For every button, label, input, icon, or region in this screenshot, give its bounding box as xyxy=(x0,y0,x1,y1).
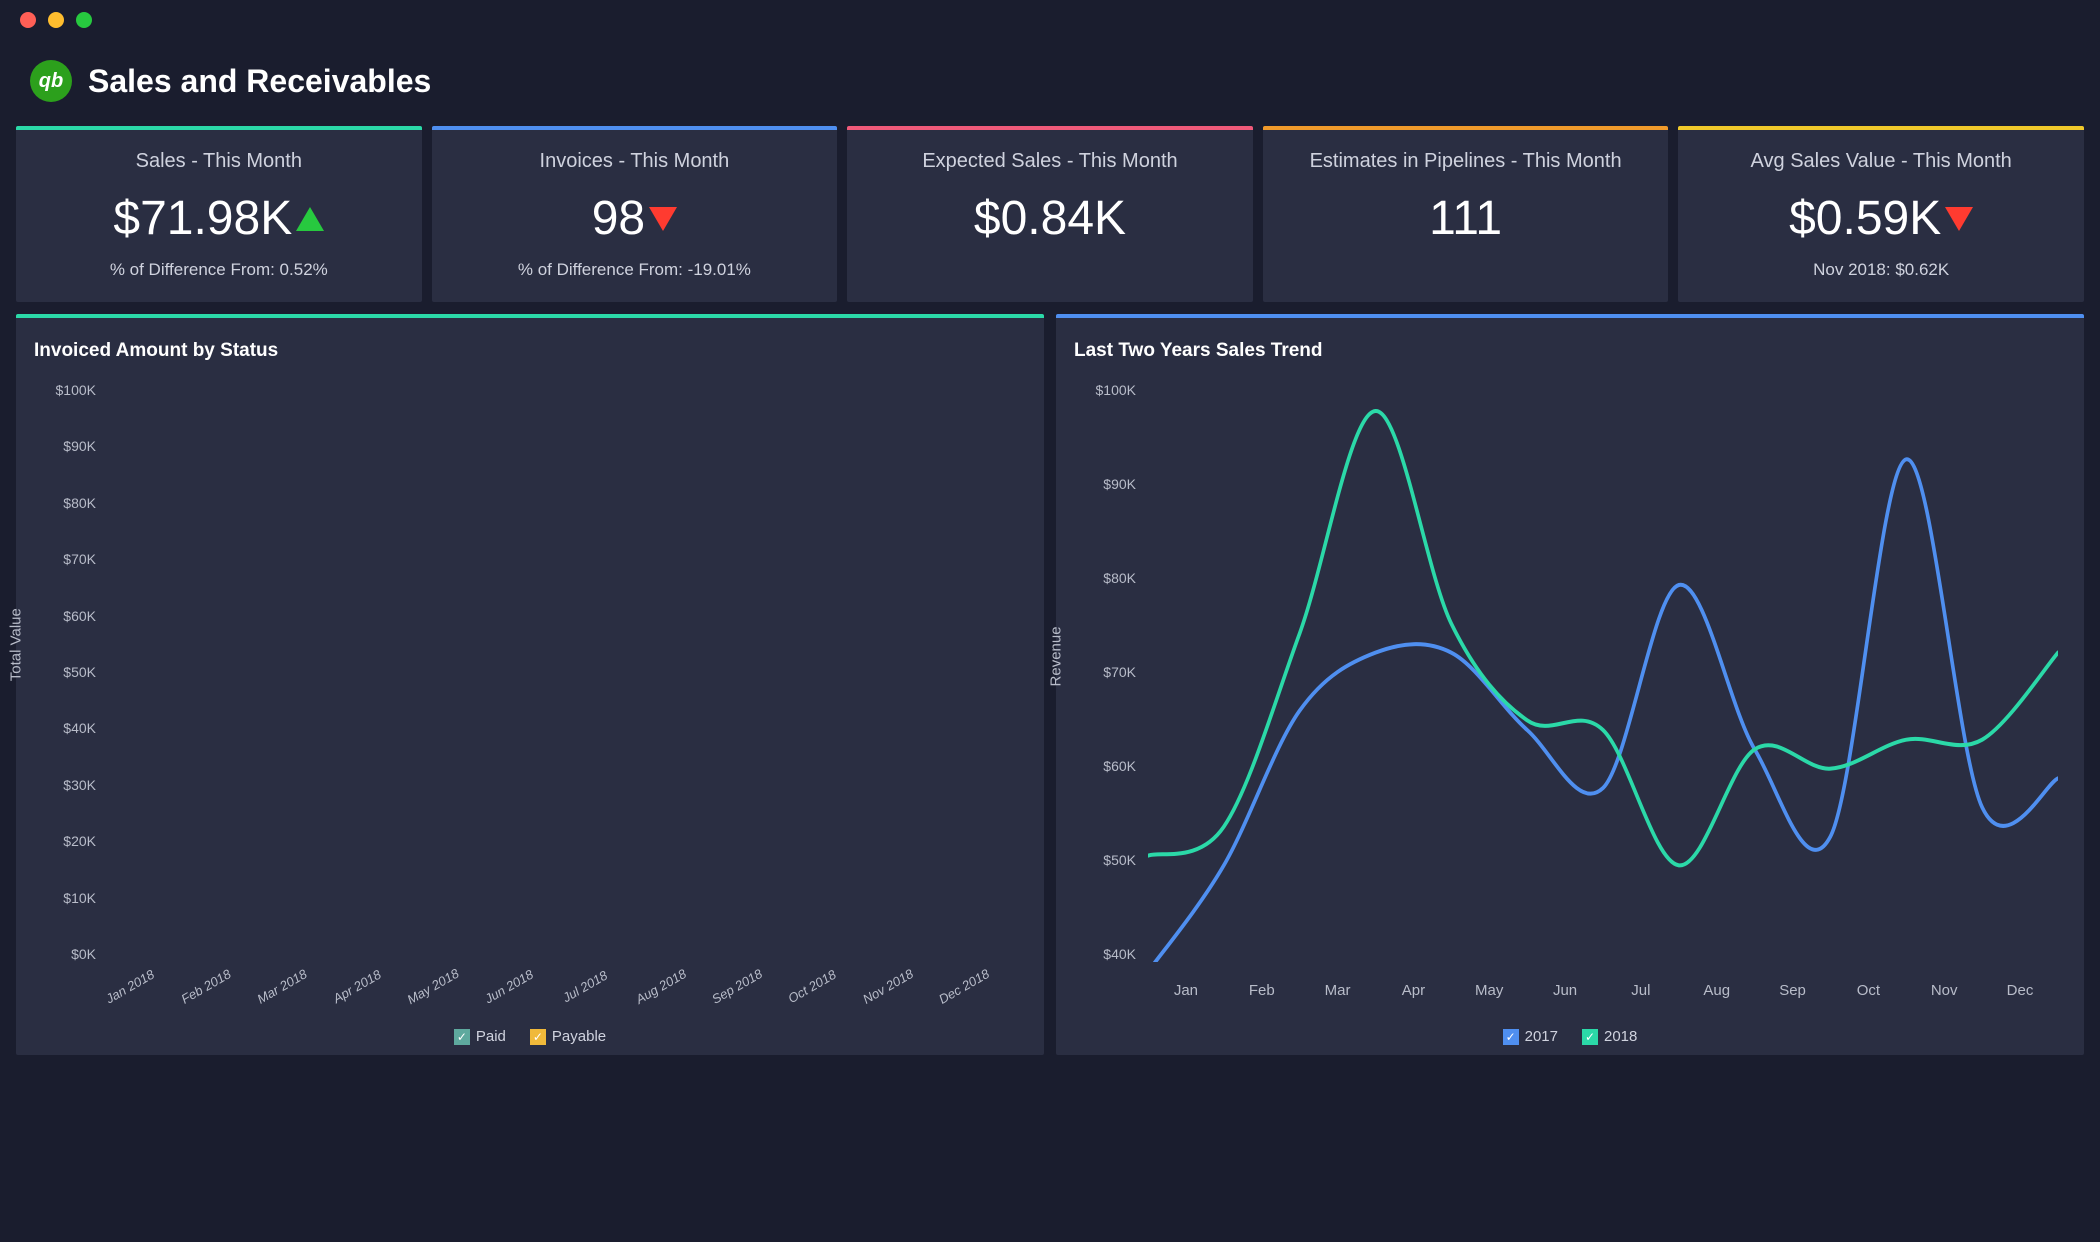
legend-swatch-2018-icon: ✓ xyxy=(1582,1029,1598,1045)
quickbooks-logo-icon: qb xyxy=(30,60,72,102)
bar-plot xyxy=(108,382,1018,962)
bar[interactable] xyxy=(498,382,553,962)
x-tick: Jul xyxy=(1603,982,1679,1006)
chart-panel-invoiced: Invoiced Amount by Status Total Value $1… xyxy=(16,314,1044,1055)
y-tick: $70K xyxy=(1103,664,1144,680)
maximize-icon[interactable] xyxy=(76,12,92,28)
legend-swatch-paid-icon: ✓ xyxy=(454,1029,470,1045)
line-series-2017[interactable] xyxy=(1148,459,2058,962)
legend: ✓ 2017 ✓ 2018 xyxy=(1074,1022,2066,1045)
y-tick: $100K xyxy=(1096,382,1144,398)
page-title: Sales and Receivables xyxy=(88,63,431,100)
kpi-subtext: % of Difference From: 0.52% xyxy=(32,260,406,280)
x-tick: Oct xyxy=(1830,982,1906,1006)
y-tick: $90K xyxy=(63,438,104,454)
y-tick: $50K xyxy=(1103,852,1144,868)
bar[interactable] xyxy=(726,382,781,962)
y-tick: $30K xyxy=(63,777,104,793)
kpi-label: Estimates in Pipelines - This Month xyxy=(1279,150,1653,173)
kpi-subtext: Nov 2018: $0.62K xyxy=(1694,260,2068,280)
window-chrome xyxy=(0,0,2100,40)
kpi-value: $0.59K xyxy=(1789,191,1941,246)
x-axis: Jan 2018Feb 2018Mar 2018Apr 2018May 2018… xyxy=(108,966,1018,1022)
legend-item-2018[interactable]: ✓ 2018 xyxy=(1582,1028,1637,1045)
x-tick: Apr xyxy=(1375,982,1451,1006)
trend-down-icon xyxy=(1945,207,1973,231)
close-icon[interactable] xyxy=(20,12,36,28)
bar[interactable] xyxy=(193,382,248,962)
y-tick: $10K xyxy=(63,890,104,906)
trend-up-icon xyxy=(296,207,324,231)
legend-item-2017[interactable]: ✓ 2017 xyxy=(1503,1028,1558,1045)
bar[interactable] xyxy=(269,382,324,962)
kpi-card: Avg Sales Value - This Month $0.59K Nov 20… xyxy=(1678,126,2084,302)
kpi-card: Invoices - This Month 98 % of Difference F… xyxy=(432,126,838,302)
bar[interactable] xyxy=(954,382,1009,962)
kpi-label: Avg Sales Value - This Month xyxy=(1694,150,2068,173)
y-axis-label: Total Value xyxy=(8,608,25,681)
minimize-icon[interactable] xyxy=(48,12,64,28)
bar[interactable] xyxy=(650,382,705,962)
y-tick: $0K xyxy=(71,946,104,962)
kpi-label: Expected Sales - This Month xyxy=(863,150,1237,173)
kpi-value: $0.84K xyxy=(974,191,1126,246)
y-axis: $100K $90K $80K $70K $60K $50K $40K xyxy=(1074,382,1144,962)
chart-panel-trend: Last Two Years Sales Trend Revenue $100K… xyxy=(1056,314,2084,1055)
x-tick: Mar xyxy=(1300,982,1376,1006)
chart-title: Invoiced Amount by Status xyxy=(34,340,1026,362)
page-header: qb Sales and Receivables xyxy=(0,40,2100,126)
kpi-value: 98 xyxy=(592,191,645,246)
y-tick: $20K xyxy=(63,833,104,849)
x-tick: May xyxy=(1451,982,1527,1006)
x-tick: Feb xyxy=(1224,982,1300,1006)
legend-swatch-payable-icon: ✓ xyxy=(530,1029,546,1045)
bar[interactable] xyxy=(878,382,933,962)
y-tick: $50K xyxy=(63,664,104,680)
x-tick: Jun xyxy=(1527,982,1603,1006)
y-axis-label: Revenue xyxy=(1048,626,1065,686)
y-tick: $60K xyxy=(63,608,104,624)
line-series-2018[interactable] xyxy=(1148,411,2058,865)
x-tick: Nov xyxy=(1906,982,1982,1006)
kpi-card: Estimates in Pipelines - This Month 111 xyxy=(1263,126,1669,302)
x-tick: Sep xyxy=(1755,982,1831,1006)
bar[interactable] xyxy=(117,382,172,962)
y-tick: $60K xyxy=(1103,758,1144,774)
y-tick: $100K xyxy=(56,382,104,398)
x-tick: Dec xyxy=(1982,982,2058,1006)
y-tick: $90K xyxy=(1103,476,1144,492)
trend-down-icon xyxy=(649,207,677,231)
y-tick: $40K xyxy=(1103,946,1144,962)
kpi-value: 111 xyxy=(1429,191,1502,246)
kpi-card: Expected Sales - This Month $0.84K xyxy=(847,126,1253,302)
y-tick: $80K xyxy=(1103,570,1144,586)
legend-label: 2018 xyxy=(1604,1028,1637,1045)
y-tick: $70K xyxy=(63,551,104,567)
kpi-label: Invoices - This Month xyxy=(448,150,822,173)
bar[interactable] xyxy=(421,382,476,962)
x-axis: JanFebMarAprMayJunJulAugSepOctNovDec xyxy=(1148,982,2058,1006)
kpi-card: Sales - This Month $71.98K % of Difference… xyxy=(16,126,422,302)
x-tick: Jan xyxy=(1148,982,1224,1006)
kpi-value: $71.98K xyxy=(113,191,292,246)
kpi-row: Sales - This Month $71.98K % of Difference… xyxy=(0,126,2100,302)
x-tick: Aug xyxy=(1679,982,1755,1006)
bar[interactable] xyxy=(345,382,400,962)
bar[interactable] xyxy=(574,382,629,962)
y-tick: $40K xyxy=(63,720,104,736)
chart-title: Last Two Years Sales Trend xyxy=(1074,340,2066,362)
line-plot xyxy=(1148,382,2058,962)
legend-label: 2017 xyxy=(1525,1028,1558,1045)
kpi-subtext: % of Difference From: -19.01% xyxy=(448,260,822,280)
y-tick: $80K xyxy=(63,495,104,511)
legend-swatch-2017-icon: ✓ xyxy=(1503,1029,1519,1045)
bar[interactable] xyxy=(802,382,857,962)
kpi-label: Sales - This Month xyxy=(32,150,406,173)
y-axis: $100K $90K $80K $70K $60K $50K $40K $30K $20K $10… xyxy=(34,382,104,962)
